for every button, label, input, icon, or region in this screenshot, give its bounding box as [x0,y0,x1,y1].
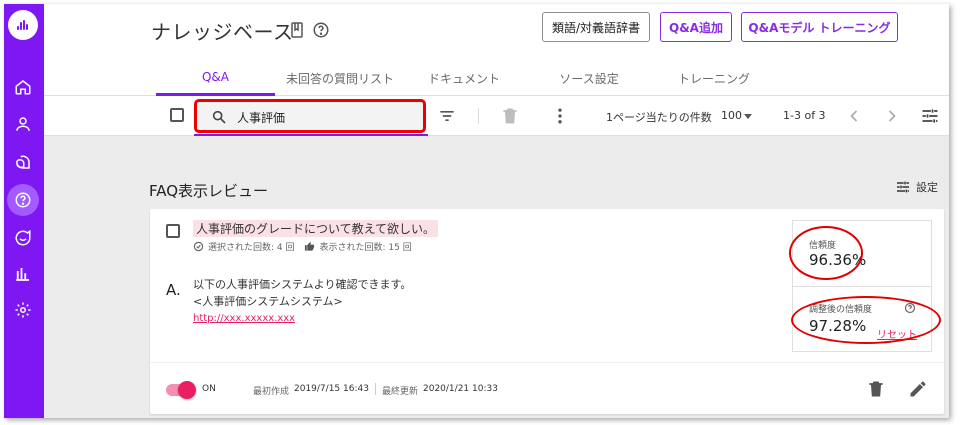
rows-per-page-label: 1ページ当たりの件数 [606,111,712,124]
train-qa-model-button[interactable]: Q&Aモデル トレーニング [741,12,898,42]
help-icon[interactable] [312,21,330,39]
shown-count: 表示された回数: 15 回 [319,243,412,253]
faq-question: 人事評価のグレードについて教えて欲しい。 [193,220,439,237]
delete-icon[interactable] [500,106,520,126]
side-rail [4,4,44,418]
answer-marker: A. [166,281,181,299]
faq-select-checkbox[interactable] [166,224,180,238]
answer-line-1: 以下の人事評価システムより確認できます。 [193,278,412,291]
highlight-ellipse-confidence [789,226,863,280]
publish-toggle[interactable] [178,381,196,399]
chat-icon[interactable] [12,151,34,173]
settings-button[interactable]: 設定 [895,179,938,195]
conversation-icon[interactable] [12,227,34,249]
rows-per-page-select[interactable]: 100 [721,109,742,122]
toggle-label: ON [202,384,216,394]
edit-icon[interactable] [908,379,928,399]
created-label: 最初作成 [253,387,290,397]
list-toolbar: 1ページ当たりの件数 100 1-3 of 3 [44,96,949,136]
faq-stats: 選択された回数: 4 回 表示された回数: 15 回 [193,240,412,253]
delete-icon[interactable] [866,379,886,399]
selected-count: 選択された回数: 4 回 [208,243,295,253]
search-input[interactable] [237,108,417,126]
tab-qa[interactable]: Q&A [156,70,275,84]
created-date: 2019/7/15 16:43 [294,384,369,394]
chevron-left-icon[interactable] [844,106,864,126]
section-title: FAQ表示レビュー [149,182,269,200]
confidence-divider [793,286,931,287]
settings-label: 設定 [916,181,938,194]
gear-icon[interactable] [12,299,34,321]
logo-icon[interactable] [8,10,38,40]
tune-icon[interactable] [920,106,940,126]
home-icon[interactable] [12,76,34,98]
faq-card-footer: ON 最初作成 2019/7/15 16:43 最終更新 2020/1/21 1… [150,362,944,414]
select-all-checkbox[interactable] [170,108,184,122]
updated-label: 最終更新 [382,387,419,397]
answer-link[interactable]: http://xxx.xxxxx.xxx [193,313,295,324]
search-icon [212,110,226,124]
search-box [194,99,426,133]
answer-line-2: <人事評価システムシステム> [193,295,343,308]
tab-training[interactable]: トレーニング [654,70,774,87]
app-window: ナレッジベース 類語/対義語辞書 Q&A追加 Q&Aモデル トレーニング Q&A… [4,4,949,418]
synonyms-dictionary-button[interactable]: 類語/対義語辞書 [542,12,650,42]
user-icon[interactable] [12,113,34,135]
more-vert-icon[interactable] [550,106,570,126]
bar-chart-icon[interactable] [12,263,34,285]
faq-card: 人事評価のグレードについて教えて欲しい。 選択された回数: 4 回 表示された回… [150,209,944,414]
chevron-down-icon[interactable] [744,114,752,119]
tune-icon [897,181,909,193]
tab-documents[interactable]: ドキュメント [404,70,524,87]
footer-divider [375,383,376,395]
help-circle-icon[interactable] [7,184,39,216]
book-icon[interactable] [289,21,305,39]
check-circle-icon [193,241,204,252]
thumb-up-icon [305,241,315,251]
filter-icon[interactable] [437,106,457,126]
tab-bar: Q&A 未回答の質問リスト ドキュメント ソース設定 トレーニング [44,56,949,96]
toolbar-divider [478,108,479,124]
tab-source-settings[interactable]: ソース設定 [529,70,649,87]
highlight-ellipse-adjusted [791,296,941,344]
page-header: ナレッジベース 類語/対義語辞書 Q&A追加 Q&Aモデル トレーニング [44,4,949,56]
tab-unanswered-questions[interactable]: 未回答の質問リスト [280,70,400,87]
page-title: ナレッジベース [151,20,294,44]
confidence-panel: 信頼度 96.36% 調整後の信頼度 97.28% リセット [789,220,941,352]
main-content: FAQ表示レビュー 設定 人事評価のグレードについて教えて欲しい。 選択された回… [44,136,949,418]
add-qa-button[interactable]: Q&A追加 [660,12,732,42]
updated-date: 2020/1/21 10:33 [423,384,498,394]
pagination-range: 1-3 of 3 [783,109,826,122]
chevron-right-icon[interactable] [882,106,902,126]
